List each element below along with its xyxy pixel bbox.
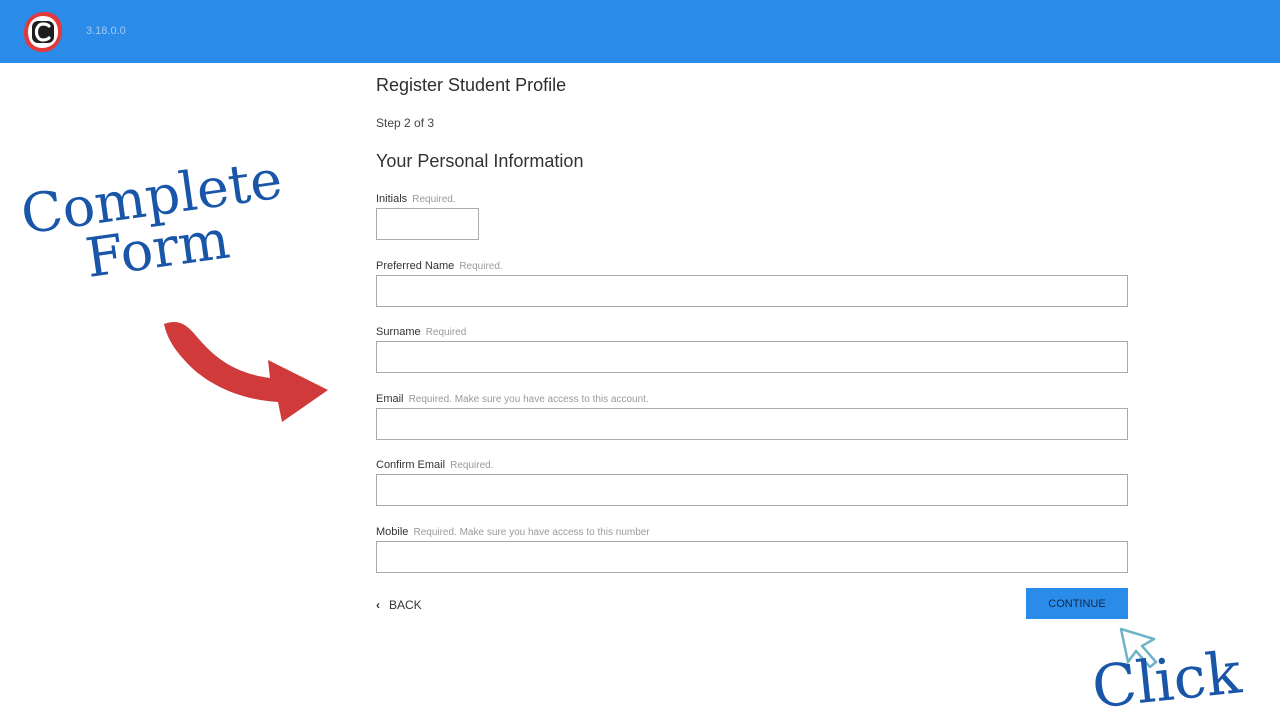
- preferred-name-hint: Required.: [459, 261, 503, 272]
- page: 3.18.0.0 Register Student Profile Step 2…: [0, 0, 1280, 720]
- confirm-email-label: Confirm Email Required.: [376, 459, 494, 471]
- mobile-label: Mobile Required. Make sure you have acce…: [376, 526, 650, 538]
- confirm-email-label-text: Confirm Email: [376, 459, 446, 471]
- initials-field[interactable]: [376, 208, 479, 240]
- back-button[interactable]: ‹ BACK: [376, 598, 422, 612]
- preferred-name-label-text: Preferred Name: [376, 260, 455, 272]
- page-title: Register Student Profile: [376, 75, 567, 95]
- preferred-name-field[interactable]: [376, 275, 1128, 307]
- continue-button[interactable]: CONTINUE: [1026, 588, 1128, 619]
- surname-hint: Required: [425, 327, 467, 338]
- preferred-name-label: Preferred Name Required.: [376, 260, 503, 272]
- red-arrow-icon: [164, 321, 328, 422]
- complete-form-annotation: Complete Form: [17, 148, 290, 293]
- email-label: Email Required. Make sure you have acces…: [376, 393, 649, 405]
- surname-label: Surname Required: [376, 326, 466, 338]
- app-logo-icon[interactable]: [22, 10, 64, 54]
- initials-label-text: Initials: [376, 193, 408, 205]
- section-title: Your Personal Information: [376, 151, 584, 171]
- app-version: 3.18.0.0: [86, 25, 126, 37]
- top-bar: 3.18.0.0: [0, 0, 1280, 63]
- mobile-label-text: Mobile: [376, 526, 409, 538]
- surname-label-text: Surname: [376, 326, 421, 338]
- email-hint: Required. Make sure you have access to t…: [408, 394, 649, 405]
- surname-field[interactable]: [376, 341, 1128, 373]
- step-indicator: Step 2 of 3: [376, 116, 435, 130]
- mobile-hint: Required. Make sure you have access to t…: [413, 527, 650, 538]
- confirm-email-hint: Required.: [450, 460, 494, 471]
- email-field[interactable]: [376, 408, 1128, 440]
- back-label: BACK: [389, 598, 422, 612]
- mobile-field[interactable]: [376, 541, 1128, 573]
- confirm-email-field[interactable]: [376, 474, 1128, 506]
- chevron-left-icon: ‹: [376, 598, 380, 612]
- email-label-text: Email: [376, 393, 404, 405]
- initials-hint: Required.: [412, 194, 456, 205]
- click-annotation: Click: [1088, 638, 1245, 720]
- initials-label: Initials Required.: [376, 193, 456, 205]
